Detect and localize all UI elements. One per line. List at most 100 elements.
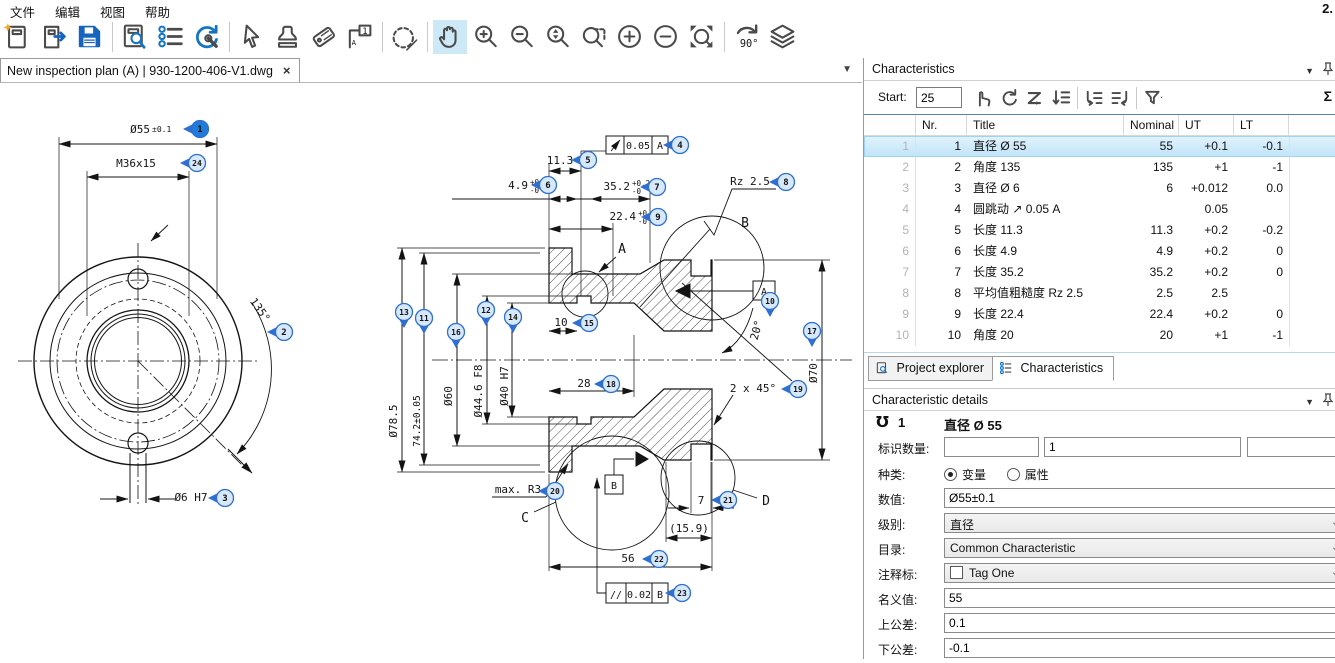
update-settings-button[interactable] [190,20,224,54]
panel-dropdown-icon[interactable]: ▼ [1305,66,1314,76]
table-row[interactable]: 77长度 35.235.2+0.20 [864,262,1335,283]
balloon-24[interactable]: 24 [180,155,206,172]
table-row[interactable]: 66长度 4.94.9+0.20 [864,241,1335,262]
svg-text:0.02: 0.02 [627,590,651,601]
dimension-tool-button[interactable]: 1A [343,20,377,54]
dimension-text: Ø6 H7 [174,491,207,504]
nominal-input[interactable] [944,588,1335,608]
table-row[interactable]: 33直径 Ø 66+0.0120.0 [864,178,1335,199]
balloon-2[interactable]: 2 [267,324,293,341]
tab-close-icon[interactable]: × [283,63,291,78]
balloon-5[interactable]: 5 [571,152,597,169]
balloon-23[interactable]: 23 [665,585,691,602]
lower-tol-input[interactable] [944,638,1335,658]
row-index: 8 [864,283,916,304]
balloon-16[interactable]: 16 [448,324,465,349]
stamp-tool-button[interactable] [271,20,305,54]
id-qty-input-1[interactable] [944,437,1039,457]
balloon-19[interactable]: 19 [781,381,807,398]
balloon-13[interactable]: 13 [396,304,413,329]
balloon-14[interactable]: 14 [505,309,522,334]
details-dropdown-icon[interactable]: ▼ [1305,397,1314,407]
balloon-17[interactable]: 17 [804,323,821,348]
dimension-text: 7 [698,494,705,507]
pan-hand-button[interactable] [433,20,467,54]
balloon-1[interactable]: 1 [183,121,209,138]
svg-text://: // [610,590,622,601]
balloon-15[interactable]: 15 [572,315,598,332]
sort-list-button[interactable] [1048,85,1074,111]
table-row[interactable]: 1010角度 2020+1-1 [864,325,1335,346]
select-cursor-button[interactable] [235,20,269,54]
details-pin-icon[interactable] [1322,393,1334,410]
link-next-button[interactable] [1107,85,1133,111]
table-row[interactable]: 55长度 11.311.3+0.2-0.2 [864,220,1335,241]
balloon-10[interactable]: 10 [762,293,779,318]
balloon-11[interactable]: 11 [416,310,433,335]
tag-tool-button[interactable] [307,20,341,54]
column-header-blank[interactable] [1289,115,1335,135]
balloon-18[interactable]: 18 [594,376,620,393]
table-row[interactable]: 44圆跳动 ↗ 0.05 A0.05 [864,199,1335,220]
row-lt: 0 [1234,241,1289,262]
rotate-90-button[interactable]: 90° [730,20,764,54]
zoom-in-button[interactable] [469,20,503,54]
renumber-button[interactable] [996,85,1022,111]
table-row[interactable]: 11直径 Ø 5555+0.1-0.1 [864,136,1335,157]
value-input[interactable] [944,488,1335,508]
project-search-button[interactable] [118,20,152,54]
zoom-fit-button[interactable] [685,20,719,54]
column-header-UT[interactable]: UT [1179,115,1234,135]
balloon-3[interactable]: 3 [208,490,234,507]
panel-pin-icon[interactable] [1322,62,1334,79]
filter-button[interactable] [1140,85,1166,111]
column-header-Title[interactable]: Title [967,115,1124,135]
enlarge-button[interactable] [613,20,647,54]
column-header-LT[interactable]: LT [1234,115,1289,135]
tab-characteristics-label: Characteristics [1020,361,1103,375]
save-button[interactable] [73,20,107,54]
catalog-select[interactable]: Common Characteristic [944,538,1335,558]
row-extra [1289,283,1335,304]
table-row[interactable]: 99长度 22.422.4+0.20 [864,304,1335,325]
tag-checkbox[interactable] [950,566,963,579]
freehand-capture-button[interactable] [388,20,422,54]
radio-attribute[interactable] [1007,468,1020,481]
link-prev-button[interactable] [1081,85,1107,111]
level-select[interactable]: 直径 [944,513,1335,533]
id-qty-input-3[interactable] [1247,437,1335,457]
balloon-4[interactable]: 4 [663,137,689,154]
balloon-8[interactable]: 8 [769,174,795,191]
tabstrip-menu-icon[interactable]: ▼ [842,64,852,75]
start-input[interactable] [916,87,962,108]
balloon-22[interactable]: 22 [642,551,668,568]
upper-tol-input[interactable] [944,613,1335,633]
z-order-button[interactable] [1022,85,1048,111]
column-header-Nr.[interactable]: Nr. [916,115,967,135]
svg-text:23: 23 [677,589,687,598]
pointer-hand-button[interactable] [970,85,996,111]
sum-icon[interactable]: Σ [1324,88,1332,104]
document-tab[interactable]: New inspection plan (A) | 930-1200-406-V… [0,58,300,82]
column-header-Nominal[interactable]: Nominal [1124,115,1179,135]
zoom-window-button[interactable] [577,20,611,54]
balloon-12[interactable]: 12 [478,302,495,327]
zoom-dynamic-button[interactable] [541,20,575,54]
reduce-button[interactable] [649,20,683,54]
layers-button[interactable] [766,20,800,54]
balloon-21[interactable]: 21 [711,492,737,509]
radio-variable[interactable] [944,468,957,481]
id-qty-input-2[interactable] [1044,437,1241,457]
tag-select[interactable]: Tag One [944,563,1335,583]
zoom-out-button[interactable] [505,20,539,54]
new-inspection-plan-button[interactable] [1,20,35,54]
column-header-blank[interactable] [864,115,916,135]
open-inspection-plan-button[interactable] [37,20,71,54]
table-row[interactable]: 88平均值粗糙度 Rz 2.52.52.5 [864,283,1335,304]
tab-characteristics[interactable]: Characteristics [992,356,1114,381]
drawing-canvas[interactable]: Ø55±0.1M36x15135°Ø6 H711.34.9+0.2-035.2+… [0,82,862,659]
svg-text:B: B [657,590,663,601]
tab-project-explorer[interactable]: Project explorer [868,356,995,381]
characteristics-list-button[interactable] [154,20,188,54]
table-row[interactable]: 22角度 135135+1-1 [864,157,1335,178]
